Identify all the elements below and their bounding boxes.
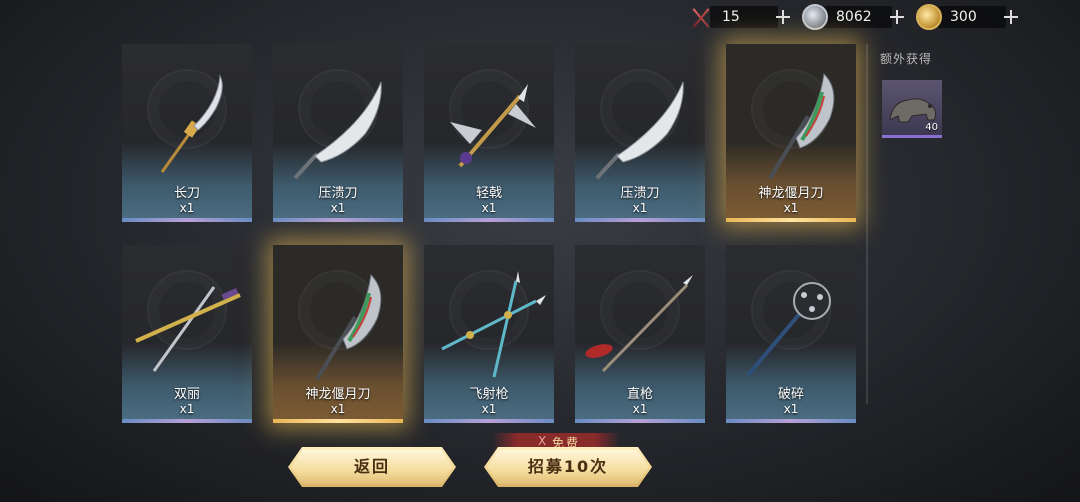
back-button[interactable]: 返回 (288, 447, 456, 487)
bonus-item-count: 40 (925, 122, 938, 133)
crushing-saber-icon (595, 81, 684, 180)
card-name: 飞射枪 (469, 387, 509, 402)
crushing-saber-icon (293, 81, 382, 180)
long-blade-icon (160, 74, 223, 173)
extra-rewards-panel: 额外获得 40 (866, 44, 946, 404)
extra-rewards-title: 额外获得 (880, 52, 933, 66)
add-silver-button[interactable] (888, 8, 906, 26)
reward-card[interactable]: 神龙偃月刀 x1 (273, 245, 403, 423)
card-name: 压溃刀 (620, 186, 660, 201)
card-qty: x1 (179, 402, 195, 416)
crossed-swords-icon (688, 4, 714, 30)
card-qty: x1 (330, 201, 346, 215)
reward-card[interactable]: 神龙偃月刀 x1 (726, 44, 856, 222)
twin-swords-icon (135, 286, 241, 372)
spiked-mace-icon (746, 282, 831, 377)
silver-ingot-icon (802, 4, 828, 30)
twin-spears-icon (441, 271, 546, 378)
straight-spear-icon (585, 275, 693, 373)
add-gold-button[interactable] (1002, 8, 1020, 26)
dragon-crescent-blade-icon (315, 273, 382, 381)
card-name: 压溃刀 (318, 186, 358, 201)
reward-card[interactable]: 压溃刀 x1 (575, 44, 705, 222)
card-name: 神龙偃月刀 (758, 186, 824, 201)
reward-card[interactable]: 破碎 x1 (726, 245, 856, 423)
card-qty: x1 (632, 402, 648, 416)
gold-ingot-icon (916, 4, 942, 30)
recruit-button-label: 招募10次 (527, 457, 609, 476)
card-qty: x1 (632, 201, 648, 215)
card-name: 长刀 (173, 186, 200, 201)
dragon-crescent-blade-icon (768, 72, 835, 180)
card-qty: x1 (783, 402, 799, 416)
currency-swords: 15 (688, 4, 792, 30)
currency-gold: 300 (916, 4, 1020, 30)
back-button-label: 返回 (353, 457, 390, 476)
recruit-10-button[interactable]: 招募10次 (484, 447, 652, 487)
add-swords-button[interactable] (774, 8, 792, 26)
currency-silver-value: 8062 (824, 6, 892, 28)
reward-card[interactable]: 长刀 x1 (122, 44, 252, 222)
light-halberd-icon (450, 84, 536, 168)
card-name: 轻戟 (475, 186, 502, 201)
card-qty: x1 (481, 402, 497, 416)
reward-card[interactable]: 直枪 x1 (575, 245, 705, 423)
card-name: 双丽 (173, 387, 200, 402)
card-name: 神龙偃月刀 (305, 387, 371, 402)
currency-silver: 8062 (802, 4, 906, 30)
card-qty: x1 (783, 201, 799, 215)
free-tag-x: X (538, 434, 547, 448)
card-name: 破碎 (777, 387, 804, 402)
currency-swords-value: 15 (710, 6, 778, 28)
currency-bar: 15 8062 300 (688, 4, 1020, 30)
currency-gold-value: 300 (938, 6, 1006, 28)
card-qty: x1 (179, 201, 195, 215)
reward-card[interactable]: 轻戟 x1 (424, 44, 554, 222)
card-qty: x1 (481, 201, 497, 215)
reward-card[interactable]: 双丽 x1 (122, 245, 252, 423)
reward-card[interactable]: 压溃刀 x1 (273, 44, 403, 222)
card-qty: x1 (330, 402, 346, 416)
reward-card[interactable]: 飞射枪 x1 (424, 245, 554, 423)
card-name: 直枪 (626, 387, 653, 402)
bonus-item[interactable]: 40 (882, 80, 942, 138)
